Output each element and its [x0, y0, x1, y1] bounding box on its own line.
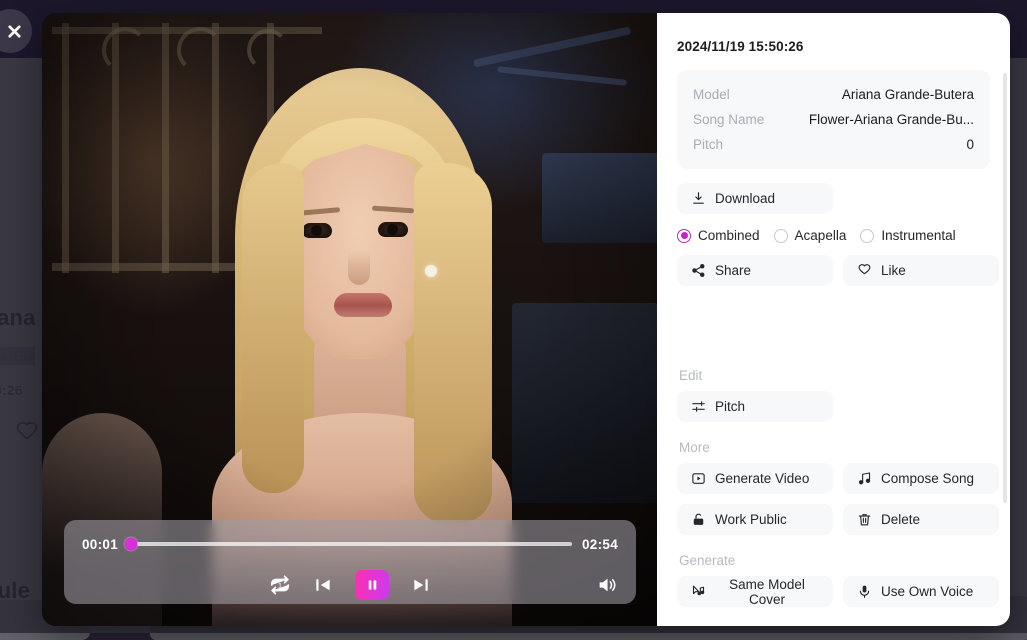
generate-video-label: Generate Video	[715, 471, 809, 486]
detail-panel: 2024/11/19 15:50:26 Model Ariana Grande-…	[657, 13, 1010, 626]
radio-dot	[677, 229, 691, 243]
player-controls: 00:01 02:54 1	[64, 520, 636, 604]
microphone-icon	[857, 584, 872, 599]
share-icon	[691, 263, 706, 278]
delete-label: Delete	[881, 512, 920, 527]
radio-dot	[774, 229, 788, 243]
close-icon	[5, 22, 24, 41]
cursor-music-icon	[691, 584, 706, 599]
info-row-model: Model Ariana Grande-Butera	[693, 82, 974, 107]
same-model-cover-button[interactable]: Same Model Cover	[677, 576, 833, 607]
like-button[interactable]: Like	[843, 255, 999, 286]
compose-song-label: Compose Song	[881, 471, 974, 486]
repeat-one-button[interactable]: 1	[269, 574, 291, 596]
previous-button[interactable]	[313, 575, 333, 595]
radio-label: Combined	[698, 228, 760, 243]
section-title-more: More	[679, 440, 990, 455]
svg-text:1: 1	[278, 581, 282, 590]
section-title-generate: Generate	[679, 553, 990, 568]
radio-combined[interactable]: Combined	[677, 228, 760, 243]
like-label: Like	[881, 263, 906, 278]
seek-slider[interactable]	[128, 542, 572, 546]
volume-icon	[596, 574, 618, 596]
panel-scrollbar[interactable]	[1003, 73, 1007, 503]
section-edit: Edit Pitch	[677, 368, 990, 422]
social-row: Share Like	[677, 255, 990, 286]
section-generate: Generate Same Model Cover	[677, 553, 990, 607]
trash-icon	[857, 512, 872, 527]
current-time-label: 00:01	[82, 537, 118, 552]
work-public-label: Work Public	[715, 512, 787, 527]
delete-button[interactable]: Delete	[843, 504, 999, 535]
generate-video-button[interactable]: Generate Video	[677, 463, 833, 494]
download-row: Download	[677, 183, 990, 214]
pause-icon	[366, 578, 379, 592]
download-icon	[691, 191, 706, 206]
next-track-icon	[411, 575, 431, 595]
radio-label: Acapella	[795, 228, 847, 243]
music-note-icon	[857, 471, 872, 486]
format-radio-group: Combined Acapella Instrumental	[677, 228, 990, 243]
created-timestamp: 2024/11/19 15:50:26	[677, 39, 990, 54]
sliders-icon	[691, 399, 706, 414]
compose-song-button[interactable]: Compose Song	[843, 463, 999, 494]
same-model-cover-label: Same Model Cover	[715, 577, 819, 607]
info-key: Pitch	[693, 137, 723, 152]
pitch-button[interactable]: Pitch	[677, 391, 833, 422]
section-title-edit: Edit	[679, 368, 990, 383]
share-button[interactable]: Share	[677, 255, 833, 286]
video-player-pane[interactable]: 00:01 02:54 1	[42, 13, 657, 626]
info-value: 0	[966, 137, 974, 152]
total-time-label: 02:54	[582, 537, 618, 552]
transport-buttons: 1	[82, 570, 618, 600]
seek-row: 00:01 02:54	[82, 534, 618, 554]
info-key: Model	[693, 87, 730, 102]
use-own-voice-label: Use Own Voice	[881, 584, 973, 599]
radio-instrumental[interactable]: Instrumental	[860, 228, 955, 243]
edit-items: Pitch	[677, 391, 990, 422]
work-public-button[interactable]: Work Public	[677, 504, 833, 535]
radio-dot	[860, 229, 874, 243]
use-own-voice-button[interactable]: Use Own Voice	[843, 576, 999, 607]
info-row-pitch: Pitch 0	[693, 132, 974, 157]
download-label: Download	[715, 191, 775, 206]
heart-icon	[857, 263, 872, 278]
repeat-one-icon: 1	[269, 574, 291, 596]
track-info-card: Model Ariana Grande-Butera Song Name Flo…	[677, 70, 990, 169]
download-button[interactable]: Download	[677, 183, 833, 214]
volume-button[interactable]	[596, 574, 618, 596]
previous-track-icon	[313, 575, 333, 595]
generate-items: Same Model Cover Use Own Voice	[677, 576, 990, 607]
info-value: Ariana Grande-Butera	[842, 87, 974, 102]
seek-thumb[interactable]	[124, 538, 137, 551]
video-play-icon	[691, 471, 706, 486]
unlock-icon	[691, 512, 706, 527]
info-value: Flower-Ariana Grande-Bu...	[809, 112, 974, 127]
info-key: Song Name	[693, 112, 764, 127]
more-items: Generate Video Compose Song Work Pu	[677, 463, 990, 535]
radio-acapella[interactable]: Acapella	[774, 228, 847, 243]
next-button[interactable]	[411, 575, 431, 595]
radio-label: Instrumental	[881, 228, 955, 243]
share-label: Share	[715, 263, 751, 278]
media-detail-modal: 00:01 02:54 1	[42, 13, 1010, 626]
pitch-label: Pitch	[715, 399, 745, 414]
pause-button[interactable]	[355, 570, 389, 600]
info-row-song-name: Song Name Flower-Ariana Grande-Bu...	[693, 107, 974, 132]
section-more: More Generate Video Compose Song	[677, 440, 990, 535]
